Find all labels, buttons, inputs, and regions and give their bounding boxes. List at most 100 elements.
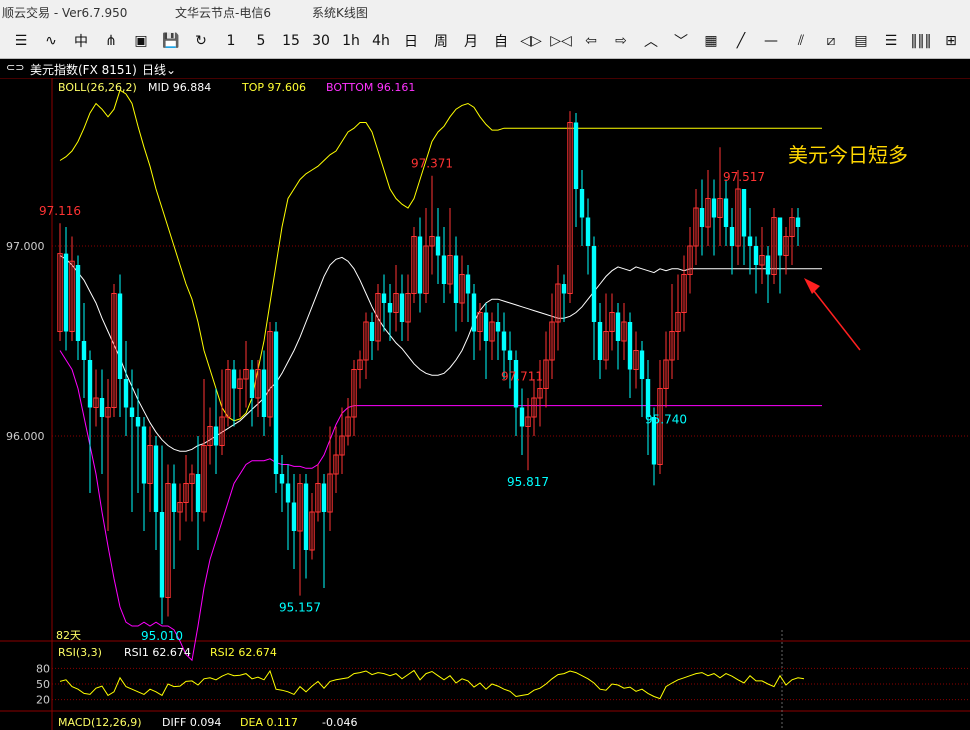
peak-label: 95.157 [279,601,321,615]
toolbar-button-20[interactable]: ⇨ [610,30,632,52]
peak-label: 97.711 [501,370,543,384]
candle-body [249,369,255,398]
candle-body [261,369,267,417]
toolbar-button-15[interactable]: 月 [460,30,482,52]
candle-body [63,253,69,332]
toolbar-button-8[interactable]: 5 [250,30,272,52]
toolbar-button-10[interactable]: 30 [310,30,332,52]
toolbar-button-4[interactable]: ▣ [130,30,152,52]
toolbar-button-2[interactable]: 中 [70,30,92,52]
candle-body [561,284,567,294]
candle-body [321,483,327,512]
candle-body [639,350,645,379]
candle-body [81,341,87,360]
toolbar-button-11[interactable]: 1h [340,30,362,52]
candles [57,111,801,625]
peak-label: 97.517 [723,170,765,184]
candle-body [501,331,507,351]
candle-body [615,312,621,341]
toolbar-button-17[interactable]: ◁▷ [520,30,542,52]
period-label: 日线 [142,63,167,77]
arrow [804,278,861,351]
toolbar-button-16[interactable]: 自 [490,30,512,52]
macd-dea-label: DEA 0.117 [240,716,298,729]
window-menu[interactable]: 系统K线图 [312,4,368,21]
toolbar-button-31[interactable]: ⊞ [940,30,962,52]
candle-body [729,227,735,246]
toolbar-button-30[interactable]: ‖‖‖ [910,30,932,52]
candle-body [399,293,405,322]
boll-mid-value: 96.884 [173,81,212,94]
rsi2-label: RSI2 62.674 [210,646,277,659]
candle-body [597,322,603,360]
candle-body [129,407,135,417]
candle-body [369,322,375,341]
macd-label[interactable]: MACD(12,26,9) [58,716,142,729]
peak-label: 97.116 [39,204,81,218]
toolbar-button-23[interactable]: ▦ [700,30,722,52]
toolbar-button-3[interactable]: ⋔ [100,30,122,52]
candle-body [285,483,291,503]
toolbar-button-6[interactable]: ↻ [190,30,212,52]
toolbar-button-27[interactable]: ⧄ [820,30,842,52]
toolbar-button-14[interactable]: 周 [430,30,452,52]
chart-menu-icon[interactable]: ⊂⊃ [6,61,24,74]
toolbar-button-24[interactable]: ╱ [730,30,752,52]
candle-body [141,426,147,484]
bars-count-label: 82天 [56,629,81,642]
rsi1-label: RSI1 62.674 [124,646,191,659]
node-label: 文华云节点-电信6 [175,6,271,20]
toolbar-button-22[interactable]: ﹀ [670,30,692,52]
candle-body [171,483,177,512]
title-bar: 顺云交易 - Ver6.7.950 文华云节点-电信6 系统K线图 [0,0,970,24]
boll-mid-name: MID [148,81,169,94]
toolbar-button-21[interactable]: ︿ [640,30,662,52]
candle-body [627,322,633,370]
candle-body [777,217,783,256]
toolbar-button-25[interactable]: — [760,30,782,52]
toolbar: ☰ ∿ 中 ⋔ ▣ 💾 ↻ 1 5 15 30 1h 4h 日周月自 ◁▷ ▷◁ ⇦ ⇨ ︿ ﹀ ▦ ╱ — ⫽ ⧄ ▤ ☰ ‖‖‖ ⊞ [0,24,970,59]
candle-body [699,208,705,227]
candle-body [381,293,387,303]
candle-body [99,398,105,417]
candle-body [495,322,501,332]
toolbar-button-1[interactable]: ∿ [40,30,62,52]
candle-body [645,379,651,417]
candle-body [441,255,447,284]
toolbar-button-12[interactable]: 4h [370,30,392,52]
candle-body [507,350,513,360]
toolbar-button-26[interactable]: ⫽ [790,30,812,52]
candle-body [585,217,591,246]
candle-body [123,379,129,408]
toolbar-button-7[interactable]: 1 [220,30,242,52]
toolbar-button-28[interactable]: ▤ [850,30,872,52]
annotation-text: 美元今日短多 [788,143,908,167]
toolbar-button-0[interactable]: ☰ [10,30,32,52]
candle-body [273,331,279,474]
app-title: 顺云交易 - Ver6.7.950 [2,6,128,20]
peak-label: 95.740 [645,413,687,427]
boll-top-name: TOP [241,81,264,94]
candle-body [159,512,165,598]
candle-body [711,198,717,218]
y-tick-label: 96.000 [6,430,45,443]
toolbar-button-13[interactable]: 日 [400,30,422,52]
toolbar-button-9[interactable]: 15 [280,30,302,52]
y-tick-label: 97.000 [6,240,45,253]
candle-body [765,255,771,275]
rsi-label[interactable]: RSI(3,3) [58,646,102,659]
toolbar-button-5[interactable]: 💾 [160,30,182,52]
chart-canvas: 97.000 96.000 97.116 95.010 95.157 97.371 95.… [0,78,970,730]
boll-mid-label: MID 96.884 [148,81,211,94]
candle-body [747,236,753,246]
toolbar-button-29[interactable]: ☰ [880,30,902,52]
boll-top-value: 97.606 [268,81,307,94]
arrow-line [809,285,861,351]
period-select[interactable]: 日线⌄ [142,61,176,78]
candle-body [513,360,519,408]
boll-bottom-value: 96.161 [377,81,416,94]
toolbar-button-18[interactable]: ▷◁ [550,30,572,52]
toolbar-button-19[interactable]: ⇦ [580,30,602,52]
candle-body [75,265,81,341]
boll-label[interactable]: BOLL(26,26,2) [58,81,137,94]
